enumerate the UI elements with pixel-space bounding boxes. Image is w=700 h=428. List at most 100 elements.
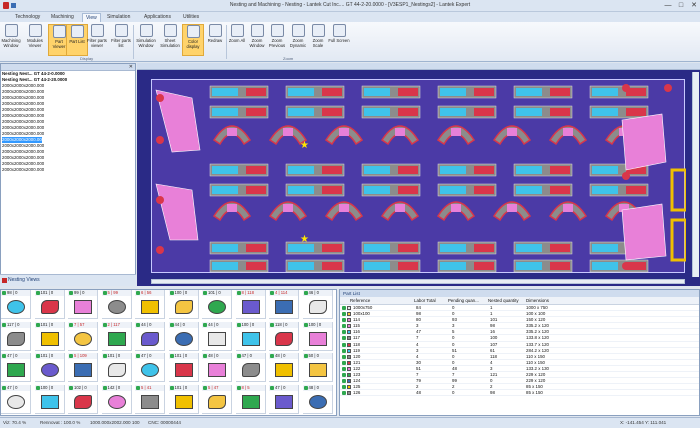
part-thumbnail[interactable]: 142 | 0 [101,384,132,414]
tree-item[interactable]: 2000x2000x2000.000 [2,167,135,173]
part-thumbnail[interactable]: 47 | 0 [235,353,266,382]
tab-machining[interactable]: Machining [48,13,77,22]
tab-simulation[interactable]: Simulation [104,13,133,22]
window-icon [4,24,18,37]
part-thumbnail[interactable]: 47 | 0 [1,384,31,414]
col-nested-quantity[interactable]: Nested quantity [488,298,519,304]
bar-part-segment [440,108,466,116]
check-icon [203,385,207,390]
filter-parts-viewer-button[interactable]: Filter parts viewer [86,24,108,56]
check-icon [236,291,241,295]
sheet-sim-icon [163,24,177,37]
full-screen-button[interactable]: Full Screen [328,24,350,56]
cell-dims: 1000 x 750 [526,305,548,310]
part-thumbnail[interactable]: 118 | 0 [269,321,299,351]
redraw-button[interactable]: Redraw [204,24,226,56]
tab-view[interactable]: View [82,13,101,22]
check-icon [203,322,207,327]
simulation-window-button[interactable]: Simulation Window [135,24,157,56]
part-thumbnail[interactable]: 50 | 0 [302,353,333,382]
nesting-views-tab[interactable]: Nesting Views [0,274,136,286]
part-thumbnail[interactable]: 8 | 5 [235,384,266,414]
part-list-button[interactable]: Part List [66,24,88,56]
col-labor-total[interactable]: Labor Total [414,298,436,304]
part-thumbnail[interactable]: 44 | 0 [202,321,232,351]
close-panel-icon[interactable]: ✕ [129,64,133,71]
part-thumbnail[interactable]: 5 | 47 [202,384,232,414]
maximize-button[interactable]: □ [675,1,687,10]
part-thumbnail[interactable]: 48 | 0 [202,353,232,382]
part-thumbnail[interactable]: 100 | 0 [302,321,333,351]
zoom-scale-button[interactable]: Zoom Scale [307,24,329,56]
part-thumbnail[interactable]: 2 | 117 [101,321,132,351]
part-thumbnail[interactable]: 5 | 41 [135,384,165,414]
check-icon [35,291,40,295]
part-thumbnail[interactable]: 8 | 118 [235,290,266,319]
part-color-swatch [347,379,351,384]
bar-part-segment [592,88,618,96]
col-dimensions[interactable]: Dimensions [526,298,549,304]
cell-nested: 98 [490,323,495,329]
part-list-row[interactable]: 126 48 0 98 85 x 150 [340,390,699,397]
part-thumbnail[interactable]: 101 | 0 [168,384,199,414]
part-thumbnail[interactable]: 48 | 0 [269,353,299,382]
col-pending[interactable]: Pending quan... [448,298,479,304]
machining-window-button[interactable]: Machining Window [0,24,22,56]
part-thumbnail[interactable]: 101 | 0 [101,353,132,382]
part-color-swatch [347,391,351,396]
part-thumbnail[interactable]: 5 | 109 [68,353,98,382]
bar-part-segment [550,244,570,252]
part-thumbnail-header: 47 | 0 [235,353,265,359]
part-thumbnail[interactable]: 44 | 0 [135,321,165,351]
part-thumbnail[interactable]: 46 | 0 [302,290,333,319]
horizontal-scrollbar[interactable] [151,279,685,284]
part-thumbnail[interactable]: 101 | 0 [34,321,65,351]
part-thumbnail[interactable]: 47 | 0 [1,353,31,382]
part-count: 44 | 0 [208,321,219,327]
part-thumbnail[interactable]: 47 | 0 [135,353,165,382]
vertical-scrollbar[interactable] [692,72,699,277]
part-list-icon [70,25,84,38]
check-icon [136,354,140,358]
part-thumbnail[interactable]: 98 | 0 [1,290,31,319]
sheet[interactable]: ★ ★ [151,79,688,273]
small-part [507,204,517,212]
check-icon [236,354,241,358]
part-thumbnail[interactable]: 99 | 0 [68,290,98,319]
cell-ref: 124 [353,378,361,384]
part-thumbnail[interactable]: 6 | 56 [135,290,165,319]
bar-part-segment [212,108,238,116]
modules-viewer-button[interactable]: Modules Viewer [24,24,46,56]
part-thumbnail[interactable]: 101 | 0 [168,353,199,382]
part-thumbnail[interactable]: 47 | 0 [269,384,299,414]
sheet-simulation-button[interactable]: Sheet Simulation [159,24,181,56]
title-bar: Nesting and Machining - Nesting - Lantek… [0,0,700,12]
tab-technology[interactable]: Technology [12,13,43,22]
zoom-window-button[interactable]: Zoom Window [246,24,268,56]
part-thumbnail[interactable]: 100 | 0 [168,290,199,319]
part-thumbnail[interactable]: 44 | 0 [168,321,199,351]
zoom-previous-button[interactable]: Zoom Previous [266,24,288,56]
part-thumbnail[interactable]: 101 | 0 [34,353,65,382]
part-thumbnail[interactable]: 48 | 0 [302,384,333,414]
zoom-all-button[interactable]: Zoom All [226,24,248,56]
filter-parts-list-button[interactable]: Filter parts list [110,24,132,56]
color-display-button[interactable]: Color display [182,24,204,56]
part-thumbnail[interactable]: 4 | 114 [269,290,299,319]
close-button[interactable]: ✕ [688,1,700,10]
part-count: 44 | 0 [141,321,152,327]
tab-utilities[interactable]: Utilities [180,13,202,22]
tab-applications[interactable]: Applications [141,13,174,22]
part-thumbnail[interactable]: 102 | 0 [68,384,98,414]
part-thumbnail[interactable]: 100 | 0 [34,384,65,414]
part-thumbnail[interactable]: 5 | 99 [101,290,132,319]
small-part [395,204,405,212]
part-thumbnail[interactable]: 101 | 0 [34,290,65,319]
col-reference[interactable]: Reference [350,298,370,304]
zoom-dynamic-button[interactable]: Zoom Dynamic [287,24,309,56]
minimize-button[interactable]: — [662,1,674,10]
part-thumbnail[interactable]: 7 | 57 [68,321,98,351]
part-thumbnail[interactable]: 101 | 0 [202,290,232,319]
part-thumbnail[interactable]: 117 | 0 [1,321,31,351]
part-thumbnail[interactable]: 100 | 0 [235,321,266,351]
